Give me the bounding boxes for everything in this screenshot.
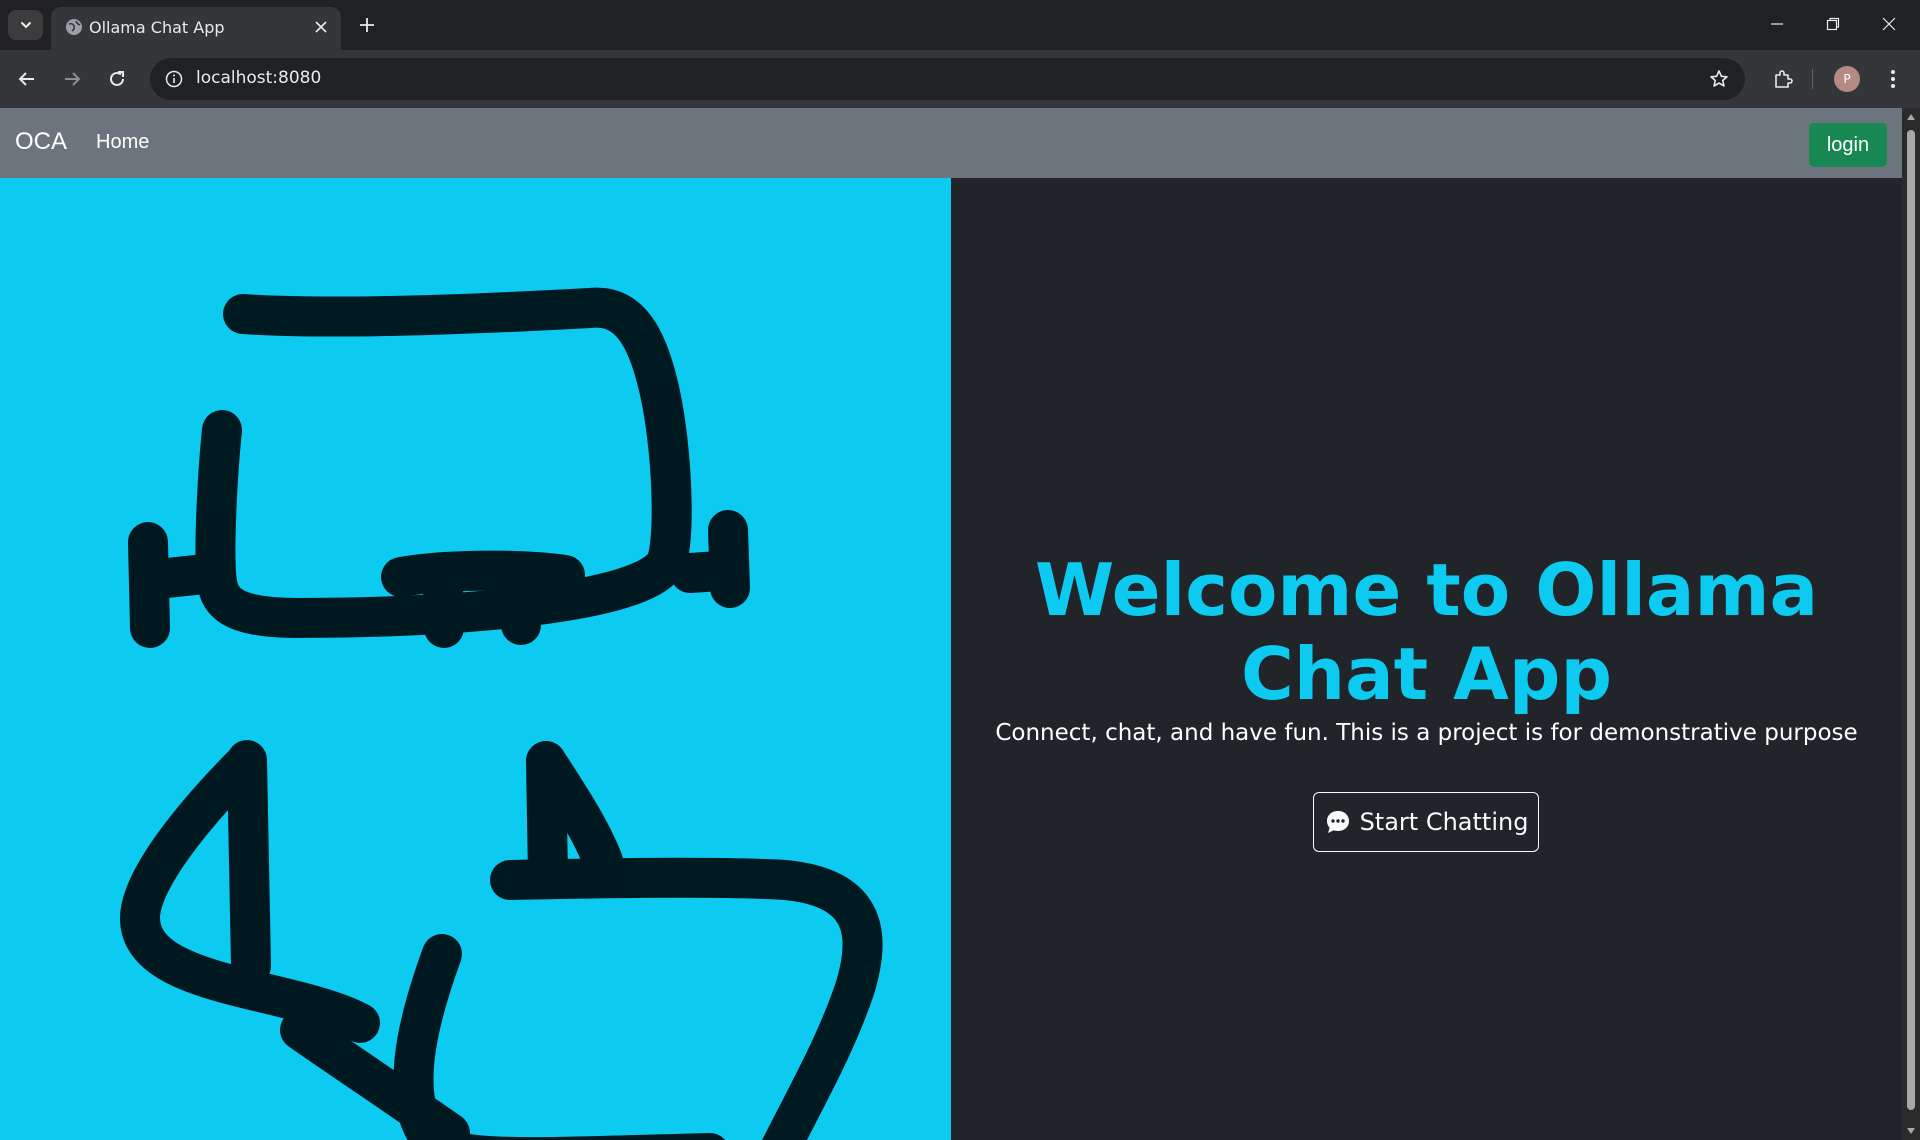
arrow-right-icon <box>65 72 81 86</box>
start-chatting-button[interactable]: Start Chatting <box>1313 792 1539 852</box>
scroll-up-arrow-icon[interactable] <box>1906 112 1916 122</box>
back-button[interactable] <box>10 62 44 96</box>
scroll-down-arrow-icon[interactable] <box>1906 1126 1916 1136</box>
tab-close-button[interactable] <box>311 17 331 37</box>
page: OCA Home login Welcome to Ollama Chat Ap… <box>0 108 1902 1140</box>
start-chatting-label: Start Chatting <box>1359 808 1529 836</box>
forward-button[interactable] <box>55 62 89 96</box>
restore-icon <box>1826 17 1840 31</box>
star-icon <box>1710 70 1728 87</box>
toolbar-divider <box>1812 69 1813 89</box>
puzzle-icon <box>1775 70 1793 88</box>
scrollbar-thumb[interactable] <box>1907 130 1915 1110</box>
reload-button[interactable] <box>100 62 134 96</box>
chevron-down-icon <box>20 22 31 29</box>
hero-subtitle: Connect, chat, and have fun. This is a p… <box>995 720 1858 746</box>
close-window-button[interactable] <box>1866 6 1912 42</box>
info-icon <box>165 70 183 88</box>
browser-tab[interactable]: Ollama Chat App <box>51 7 341 50</box>
address-bar[interactable]: localhost:8080 <box>150 58 1745 100</box>
nav-link-home[interactable]: Home <box>96 131 149 154</box>
app-navbar: OCA Home login <box>0 108 1902 178</box>
plus-icon <box>360 18 374 32</box>
login-button[interactable]: login <box>1809 123 1887 167</box>
restore-button[interactable] <box>1810 6 1856 42</box>
site-info-button[interactable] <box>162 67 186 91</box>
page-viewport: OCA Home login Welcome to Ollama Chat Ap… <box>0 108 1920 1140</box>
brand-link[interactable]: OCA <box>15 128 67 156</box>
new-tab-button[interactable] <box>354 12 380 38</box>
minimize-icon <box>1771 23 1783 25</box>
tab-search-button[interactable] <box>8 10 43 40</box>
close-icon <box>1882 17 1896 31</box>
minimize-button[interactable] <box>1754 6 1800 42</box>
hero-content-panel: Welcome to Ollama Chat App Connect, chat… <box>951 178 1902 1140</box>
hero-title: Welcome to Ollama Chat App <box>1034 548 1819 716</box>
profile-avatar[interactable]: P <box>1834 66 1860 92</box>
reload-icon <box>110 71 124 86</box>
bookmark-button[interactable] <box>1707 67 1731 91</box>
page-scrollbar[interactable] <box>1902 108 1920 1140</box>
extensions-button[interactable] <box>1766 62 1800 96</box>
arrow-left-icon <box>18 72 34 86</box>
hero-illustration-panel <box>0 178 951 1140</box>
browser-menu-button[interactable] <box>1876 62 1910 96</box>
browser-toolbar: localhost:8080 P <box>0 50 1920 108</box>
robot-drawing <box>120 287 883 1140</box>
tab-title: Ollama Chat App <box>89 18 225 37</box>
globe-icon <box>66 19 82 35</box>
browser-tabstrip: Ollama Chat App <box>0 0 1920 50</box>
more-vertical-icon <box>1891 70 1895 88</box>
close-icon <box>315 21 327 33</box>
chat-bubble-icon <box>1324 808 1352 836</box>
url-text[interactable]: localhost:8080 <box>196 68 321 88</box>
